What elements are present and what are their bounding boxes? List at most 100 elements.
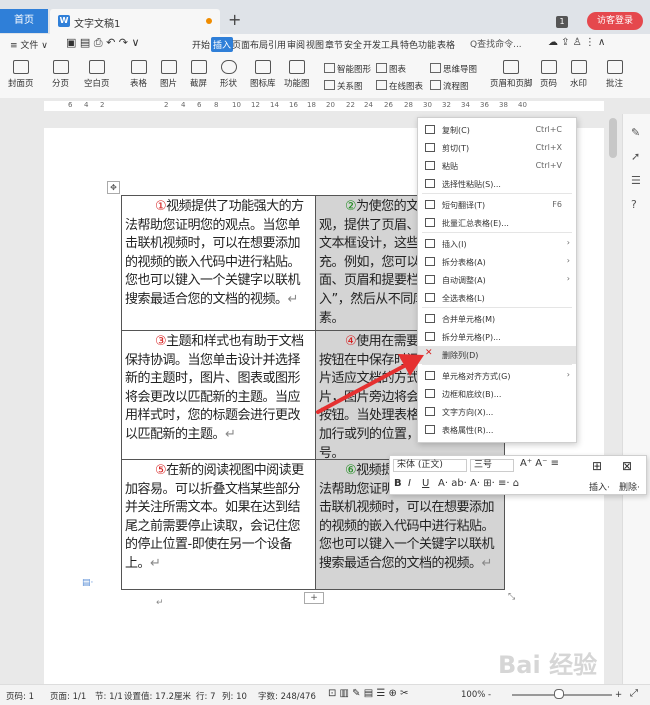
function-chart-button[interactable]: 功能图 (284, 60, 310, 89)
underline-icon[interactable]: U (422, 478, 429, 489)
italic-icon[interactable]: I (408, 478, 411, 489)
menu-insert[interactable]: 插入 (211, 37, 234, 52)
split-cells-icon (425, 332, 435, 341)
add-row-button[interactable]: + (304, 592, 324, 604)
new-tab-button[interactable]: + (228, 10, 241, 29)
ruler-number: 16 (289, 101, 298, 109)
context-menu-item[interactable]: 选择性粘贴(S)... (418, 175, 576, 193)
function-chart-icon (288, 60, 305, 74)
guest-login-button[interactable]: 访客登录 (587, 12, 643, 30)
ruler-number: 8 (214, 101, 219, 109)
font-size-select[interactable]: 三号 (470, 459, 514, 472)
menu-security[interactable]: 安全 (344, 38, 362, 51)
ruler-number: 6 (197, 101, 202, 109)
menu-review[interactable]: 审阅 (287, 38, 305, 51)
ruler-number: 2 (100, 101, 105, 109)
context-menu-item[interactable]: 单元格对齐方式(G) › (418, 367, 576, 385)
bold-icon[interactable]: B (394, 478, 402, 489)
mind-map-button[interactable]: 思维导图 (430, 63, 477, 75)
menu-reference[interactable]: 引用 (268, 38, 286, 51)
delete-menu-button[interactable]: 删除· (619, 480, 640, 493)
watermark-button[interactable]: 水印 (570, 60, 587, 89)
context-menu-label: 批量汇总表格(E)... (442, 219, 509, 228)
menu-developer[interactable]: 开发工具 (363, 38, 399, 51)
table-cell-r2c1[interactable]: ③主题和样式也有助于文档保持协调。当您单击设计并选择新的主题时，图片、图表或图形… (122, 330, 315, 459)
help-icon[interactable]: ? (631, 198, 637, 211)
context-menu-item[interactable]: 粘贴 Ctrl+V (418, 157, 576, 175)
status-word-count[interactable]: 字数: 248/476 (258, 690, 316, 702)
font-family-select[interactable]: 宋体 (正文) (393, 459, 467, 472)
menu-chapter[interactable]: 章节 (325, 38, 343, 51)
document-tab[interactable]: W 文字文稿1 (50, 9, 220, 34)
context-menu-item[interactable]: 边框和底纹(B)... (418, 385, 576, 403)
comment-icon (606, 60, 623, 74)
icon-library-button[interactable]: 图标库 (250, 60, 276, 89)
zoom-in-button[interactable]: + (615, 690, 622, 700)
merge-cells-icon (425, 314, 435, 323)
window-count-badge[interactable]: 1 (556, 16, 568, 28)
summary-table-icon (425, 218, 435, 227)
context-menu-item[interactable]: 拆分单元格(P)... (418, 328, 576, 346)
context-menu-item[interactable]: ✕ 删除列(D) (418, 346, 576, 364)
table-cell-r1c1[interactable]: ①视频提供了功能强大的方法帮助您证明您的观点。当您单击联机视频时，可以在想要添加… (122, 196, 315, 330)
insert-row-icon[interactable]: ⊞ (592, 459, 602, 473)
font-size-adjust-icon[interactable]: A⁺ A⁻ ≡ (520, 458, 559, 469)
chart-button[interactable]: 图表 (376, 63, 406, 75)
comment-button[interactable]: 批注 (606, 60, 623, 89)
pen-icon[interactable]: ✎ (631, 126, 640, 139)
context-menu-item[interactable]: 插入(I) › (418, 235, 576, 253)
context-menu-item[interactable]: 剪切(T) Ctrl+X (418, 139, 576, 157)
delete-table-icon[interactable]: ⊠ (622, 459, 632, 473)
menu-view[interactable]: 视图 (306, 38, 324, 51)
cover-page-button[interactable]: 封面页 (8, 60, 34, 89)
relation-chart-button[interactable]: 关系图 (324, 80, 363, 92)
table-move-handle-icon[interactable]: ✥ (107, 181, 120, 194)
text-style-icons[interactable]: A· ab· A· ⊞· ≡· ⌂ (438, 478, 519, 489)
blank-page-button[interactable]: 空白页 (84, 60, 110, 89)
home-tab[interactable]: 首页 (0, 9, 48, 33)
table-button[interactable]: 表格 (130, 60, 147, 89)
status-pages: 页面: 1/1 (50, 692, 87, 702)
table-resize-handle-icon[interactable]: ⤡ (508, 592, 515, 602)
context-menu-item[interactable]: 短句翻译(T) F6 (418, 196, 576, 214)
context-menu-item[interactable]: 批量汇总表格(E)... (418, 214, 576, 232)
context-menu-item[interactable]: 复制(C) Ctrl+C (418, 121, 576, 139)
menu-start[interactable]: 开始 (192, 38, 210, 51)
save-icon[interactable]: ▣ ▤ ⎙ ↶ ↷ ∨ (66, 36, 140, 50)
scrollbar-thumb[interactable] (609, 118, 617, 158)
layout-options-icon[interactable]: ▤· (82, 578, 93, 588)
context-menu-item[interactable]: 表格属性(R)... (418, 421, 576, 439)
settings-icon[interactable]: ☰ (631, 174, 641, 187)
status-row: 行: 7 (196, 692, 216, 702)
zoom-level[interactable]: 100% - (461, 690, 491, 700)
view-mode-icons[interactable]: ⊡ ▥ ✎ ▤ ☰ ⊕ ✂ (328, 688, 408, 699)
context-menu-item[interactable]: 自动调整(A) › (418, 271, 576, 289)
table-cell-r3c1[interactable]: ⑤在新的阅读视图中阅读更加容易。可以折叠文档某些部分并关注所需文本。如果在达到结… (122, 459, 315, 589)
context-menu-item[interactable]: 拆分表格(A) › (418, 253, 576, 271)
menu-page-layout[interactable]: 页面布局 (232, 38, 268, 51)
menu-features[interactable]: 特色功能 (400, 38, 436, 51)
screenshot-button[interactable]: 截屏 (190, 60, 207, 89)
context-menu-item[interactable]: 合并单元格(M) (418, 310, 576, 328)
page-break-button[interactable]: 分页 (52, 60, 69, 89)
cloud-icon[interactable]: ☁ ⇪ ♙ ⋮ ∧ (548, 37, 605, 48)
picture-button[interactable]: 图片 (160, 60, 177, 89)
file-menu[interactable]: ≡ 文件 ∨ (10, 38, 48, 51)
context-menu-item[interactable]: 文字方向(X)... (418, 403, 576, 421)
online-chart-button[interactable]: 在线图表 (376, 80, 423, 92)
menu-table[interactable]: 表格 (437, 38, 455, 51)
insert-menu-button[interactable]: 插入· (589, 480, 610, 493)
zoom-slider-knob[interactable] (554, 689, 564, 699)
smart-art-button[interactable]: 智能图形 (324, 63, 371, 75)
fullscreen-icon[interactable]: ⤢ (630, 688, 638, 699)
page-number-button[interactable]: 页码 (540, 60, 557, 89)
context-menu-item[interactable]: 全选表格(L) (418, 289, 576, 307)
search-command[interactable]: Q查找命令... (470, 37, 532, 52)
flowchart-button[interactable]: 流程图 (430, 80, 469, 92)
delete-column-icon: ✕ (425, 348, 433, 358)
vertical-scrollbar[interactable] (606, 114, 620, 684)
menu-separator (422, 193, 572, 194)
shape-button[interactable]: 形状 (220, 60, 237, 89)
cursor-icon[interactable]: ➚ (631, 150, 640, 163)
header-footer-button[interactable]: 页眉和页脚 (490, 60, 533, 89)
